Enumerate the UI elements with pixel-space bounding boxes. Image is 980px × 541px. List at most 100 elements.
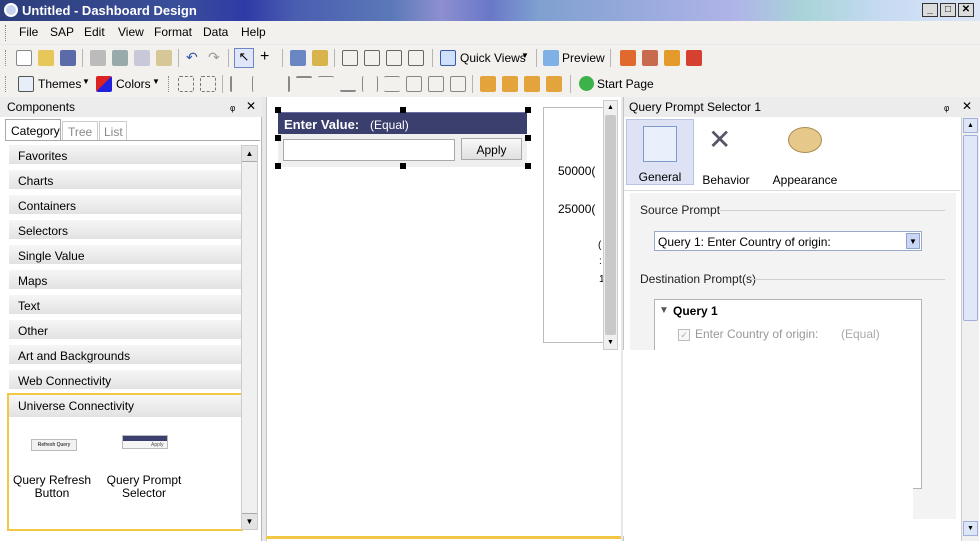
scroll-down-icon[interactable]: ▼ xyxy=(963,521,978,536)
bring-front-icon[interactable] xyxy=(480,76,496,92)
align-top-icon[interactable] xyxy=(296,76,312,92)
menu-sap[interactable]: SAP xyxy=(50,25,74,39)
preview-button[interactable]: Preview xyxy=(562,51,605,65)
query-prompt-widget[interactable]: Enter Value: (Equal) Apply xyxy=(278,109,528,167)
tab-appearance[interactable]: Appearance xyxy=(766,121,844,187)
menu-edit[interactable]: Edit xyxy=(84,25,105,39)
menu-view[interactable]: View xyxy=(118,25,144,39)
menu-file[interactable]: File xyxy=(19,25,38,39)
select-pointer-icon[interactable]: ↖ xyxy=(234,48,254,68)
copy-icon[interactable] xyxy=(134,50,150,66)
quick-views-dropdown-icon[interactable]: ▼ xyxy=(521,51,529,60)
resize-handle[interactable] xyxy=(525,135,531,141)
tab-category[interactable]: Category xyxy=(5,119,61,140)
tab-list[interactable]: List xyxy=(99,121,127,140)
scroll-down-icon[interactable]: ▼ xyxy=(604,336,617,349)
scroll-up-icon[interactable]: ▲ xyxy=(963,118,978,133)
export-flash-icon[interactable] xyxy=(620,50,636,66)
crosshair-icon[interactable]: + xyxy=(260,48,269,66)
maximize-button[interactable]: □ xyxy=(940,3,956,17)
group-icon[interactable] xyxy=(178,76,194,92)
menu-format[interactable]: Format xyxy=(154,25,192,39)
close-panel-icon[interactable]: ✕ xyxy=(246,99,256,113)
quick-views-icon[interactable] xyxy=(440,50,456,66)
resize-handle[interactable] xyxy=(275,135,281,141)
resize-handle[interactable] xyxy=(400,163,406,169)
send-back-icon[interactable] xyxy=(502,76,518,92)
properties-scrollbar[interactable]: ▲ ▼ xyxy=(961,117,979,541)
export-html-icon[interactable] xyxy=(664,50,680,66)
open-icon[interactable] xyxy=(38,50,54,66)
category-single-value[interactable]: Single Value xyxy=(9,245,241,267)
tab-general[interactable]: General xyxy=(626,119,694,185)
chart-component[interactable]: 50000( 25000( ( : 1 xyxy=(543,107,605,343)
menu-data[interactable]: Data xyxy=(203,25,228,39)
scroll-thumb[interactable] xyxy=(605,115,616,335)
tab-behavior[interactable]: ✕ Behavior xyxy=(692,121,760,187)
source-prompt-select[interactable]: Query 1: Enter Country of origin: ▼ xyxy=(654,231,922,251)
grow-canvas-icon[interactable] xyxy=(386,50,402,66)
category-web-connectivity[interactable]: Web Connectivity xyxy=(9,370,241,392)
close-panel-icon[interactable]: ✕ xyxy=(962,99,972,113)
align-bottom-icon[interactable] xyxy=(340,76,356,92)
start-page-button[interactable]: Start Page xyxy=(597,77,654,91)
redo-icon[interactable]: ↷ xyxy=(208,49,220,66)
themes-icon[interactable] xyxy=(18,76,34,92)
resize-handle[interactable] xyxy=(400,107,406,113)
chevron-down-icon[interactable]: ▼ xyxy=(906,233,920,249)
query-prompt-selector-item[interactable]: Query Prompt Selector xyxy=(101,474,187,500)
scroll-down-icon[interactable]: ▼ xyxy=(242,513,257,529)
category-art-backgrounds[interactable]: Art and Backgrounds xyxy=(9,345,241,367)
colors-icon[interactable] xyxy=(96,76,112,92)
same-size-icon[interactable] xyxy=(450,76,466,92)
paste-icon[interactable] xyxy=(156,50,172,66)
category-other[interactable]: Other xyxy=(9,320,241,342)
scroll-thumb[interactable] xyxy=(963,135,978,321)
export-ppt-icon[interactable] xyxy=(642,50,658,66)
colors-dropdown-icon[interactable]: ▼ xyxy=(152,77,160,86)
category-containers[interactable]: Containers xyxy=(9,195,241,217)
export-pdf-icon[interactable] xyxy=(686,50,702,66)
query-refresh-button-item[interactable]: Query Refresh Button xyxy=(9,474,95,500)
data-manager-icon[interactable] xyxy=(290,50,306,66)
resize-handle[interactable] xyxy=(525,163,531,169)
fit-icon[interactable] xyxy=(342,50,358,66)
query-item-checkbox[interactable]: ✓ xyxy=(678,329,690,341)
cut-icon[interactable] xyxy=(112,50,128,66)
resize-handle[interactable] xyxy=(275,163,281,169)
prompt-value-input[interactable] xyxy=(283,139,455,161)
same-height-icon[interactable] xyxy=(428,76,444,92)
menu-help[interactable]: Help xyxy=(241,25,266,39)
new-icon[interactable] xyxy=(16,50,32,66)
space-vertical-icon[interactable] xyxy=(384,76,400,92)
start-page-icon[interactable] xyxy=(579,76,594,91)
minimize-button[interactable]: _ xyxy=(922,3,938,17)
align-middle-icon[interactable] xyxy=(318,76,334,92)
spreadsheet-icon[interactable] xyxy=(312,50,328,66)
pin-icon[interactable]: ᵩ xyxy=(944,99,949,113)
undo-icon[interactable]: ↶ xyxy=(186,49,198,66)
align-right-icon[interactable] xyxy=(274,76,290,92)
quick-views-label[interactable]: Quick Views xyxy=(460,51,526,65)
category-maps[interactable]: Maps xyxy=(9,270,241,292)
pin-icon[interactable]: ᵩ xyxy=(230,99,235,113)
category-selectors[interactable]: Selectors xyxy=(9,220,241,242)
preview-icon[interactable] xyxy=(543,50,559,66)
resize-handle[interactable] xyxy=(275,107,281,113)
scroll-up-icon[interactable]: ▲ xyxy=(242,146,257,162)
collapse-icon[interactable]: ▼ xyxy=(659,305,669,316)
category-text[interactable]: Text xyxy=(9,295,241,317)
ungroup-icon[interactable] xyxy=(200,76,216,92)
category-universe-connectivity[interactable]: Universe Connectivity xyxy=(9,395,241,417)
align-left-icon[interactable] xyxy=(230,76,246,92)
send-backward-icon[interactable] xyxy=(546,76,562,92)
themes-dropdown-icon[interactable]: ▼ xyxy=(82,77,90,86)
save-icon[interactable] xyxy=(60,50,76,66)
components-scrollbar[interactable]: ▲ ▼ xyxy=(241,145,258,530)
same-width-icon[interactable] xyxy=(406,76,422,92)
themes-button[interactable]: Themes xyxy=(38,77,81,91)
resize-handle[interactable] xyxy=(525,107,531,113)
design-canvas[interactable]: Enter Value: (Equal) Apply 50000( 25000(… xyxy=(266,97,621,541)
fit-canvas-icon[interactable] xyxy=(364,50,380,66)
shrink-canvas-icon[interactable] xyxy=(408,50,424,66)
